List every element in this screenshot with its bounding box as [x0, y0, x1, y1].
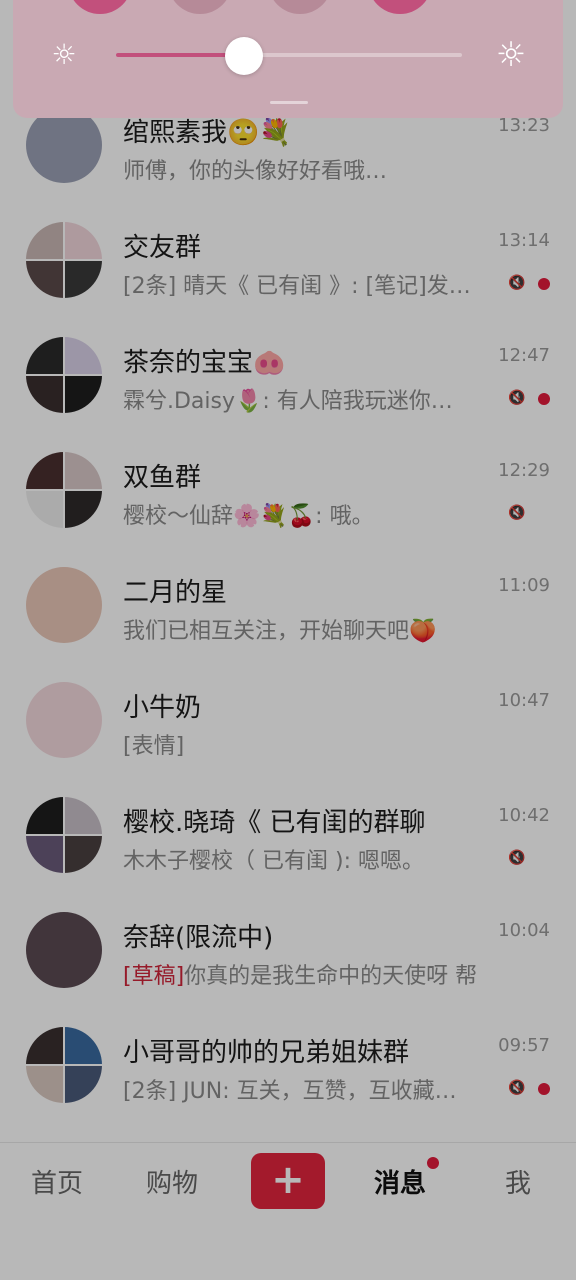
chat-time: 12:29: [498, 460, 550, 481]
nav-shop[interactable]: 购物: [146, 1163, 198, 1200]
chat-preview: 樱校～仙辞🌸💐🍒: 哦。: [123, 504, 374, 529]
list-item[interactable]: 茶奈的宝宝🐽 霖兮.Daisy🌷: 有人陪我玩迷你… 12:47 🔇: [0, 320, 576, 435]
chat-name: 奈辞(限流中): [123, 923, 274, 953]
chat-time: 10:42: [498, 805, 550, 826]
mute-icon: 🔇: [508, 390, 526, 406]
chat-name: 双鱼群: [123, 463, 202, 493]
list-item[interactable]: 二月的星 我们已相互关注，开始聊天吧🍑 11:09: [0, 550, 576, 665]
quick-settings-panel: ☼ ☼: [13, 0, 563, 118]
chat-preview: [表情]: [123, 734, 185, 759]
chat-time: 13:23: [498, 115, 550, 136]
chat-time: 12:47: [498, 345, 550, 366]
draft-label: [草稿]: [123, 964, 185, 989]
chat-time: 09:57: [498, 1035, 550, 1056]
mute-icon: 🔇: [508, 505, 526, 521]
quick-toggle[interactable]: [368, 0, 432, 14]
avatar: [26, 452, 102, 528]
bottom-nav: 首页 购物 + 消息 我: [0, 1142, 576, 1281]
avatar: [26, 912, 102, 988]
mute-icon: 🔇: [508, 275, 526, 291]
unread-dot: [538, 1083, 550, 1095]
nav-messages[interactable]: 消息: [374, 1163, 426, 1200]
list-item[interactable]: 樱校.晓琦《 已有闺的群聊 木木子樱校（ 已有闺 ): 嗯嗯。 10:42 🔇: [0, 780, 576, 895]
chat-time: 11:09: [498, 575, 550, 596]
chat-preview: [草稿]你真的是我生命中的天使呀 帮…: [123, 958, 478, 990]
chat-preview: 我们已相互关注，开始聊天吧🍑: [123, 619, 437, 644]
avatar: [26, 682, 102, 758]
chat-time: 13:14: [498, 230, 550, 251]
mute-icon: 🔇: [508, 850, 526, 866]
avatar: [26, 107, 102, 183]
chat-name: 小哥哥的帅的兄弟姐妹群: [123, 1038, 410, 1068]
avatar: [26, 337, 102, 413]
quick-toggle[interactable]: [168, 0, 232, 14]
chat-name: 小牛奶: [123, 693, 202, 723]
avatar: [26, 222, 102, 298]
avatar: [26, 797, 102, 873]
chat-name: 樱校.晓琦《 已有闺的群聊: [123, 808, 426, 838]
nav-home[interactable]: 首页: [31, 1163, 83, 1200]
unread-dot: [538, 278, 550, 290]
mute-icon: 🔇: [508, 1080, 526, 1096]
panel-drag-handle[interactable]: [270, 101, 308, 104]
list-item[interactable]: 小牛奶 [表情] 10:47: [0, 665, 576, 780]
unread-dot: [538, 393, 550, 405]
nav-me[interactable]: 我: [505, 1163, 531, 1200]
add-post-button[interactable]: +: [251, 1153, 325, 1209]
messages-badge: [427, 1157, 439, 1169]
chat-name: 二月的星: [123, 578, 228, 608]
chat-preview: 木木子樱校（ 已有闺 ): 嗯嗯。: [123, 849, 424, 874]
brightness-thumb[interactable]: [225, 37, 264, 75]
system-nav-bar: [0, 1233, 576, 1281]
chat-name: 茶奈的宝宝🐽: [123, 348, 286, 378]
chat-preview: 霖兮.Daisy🌷: 有人陪我玩迷你…: [123, 389, 453, 414]
chat-name: 交友群: [123, 233, 202, 263]
list-item[interactable]: 奈辞(限流中) [草稿]你真的是我生命中的天使呀 帮… 10:04: [0, 895, 576, 1010]
chat-time: 10:47: [498, 690, 550, 711]
chat-preview: [2条] 晴天《 已有闺 》: [笔记]发…: [123, 274, 471, 299]
sun-high-icon: ☼: [495, 35, 527, 75]
brightness-slider[interactable]: [116, 53, 462, 57]
list-item[interactable]: 双鱼群 樱校～仙辞🌸💐🍒: 哦。 12:29 🔇: [0, 435, 576, 550]
list-item[interactable]: 小哥哥的帅的兄弟姐妹群 [2条] JUN: 互关，互赞，互收藏… 09:57 🔇: [0, 1010, 576, 1125]
avatar: [26, 1027, 102, 1103]
quick-toggle[interactable]: [68, 0, 132, 14]
chat-time: 10:04: [498, 920, 550, 941]
draft-text: 你真的是我生命中的天使呀 帮…: [184, 964, 478, 989]
list-item[interactable]: 交友群 [2条] 晴天《 已有闺 》: [笔记]发… 13:14 🔇: [0, 205, 576, 320]
chat-preview: [2条] JUN: 互关，互赞，互收藏…: [123, 1079, 457, 1104]
chat-preview: 师傅，你的头像好好看哦…: [123, 159, 388, 184]
quick-toggle[interactable]: [268, 0, 332, 14]
sun-low-icon: ☼: [51, 38, 77, 71]
avatar: [26, 567, 102, 643]
